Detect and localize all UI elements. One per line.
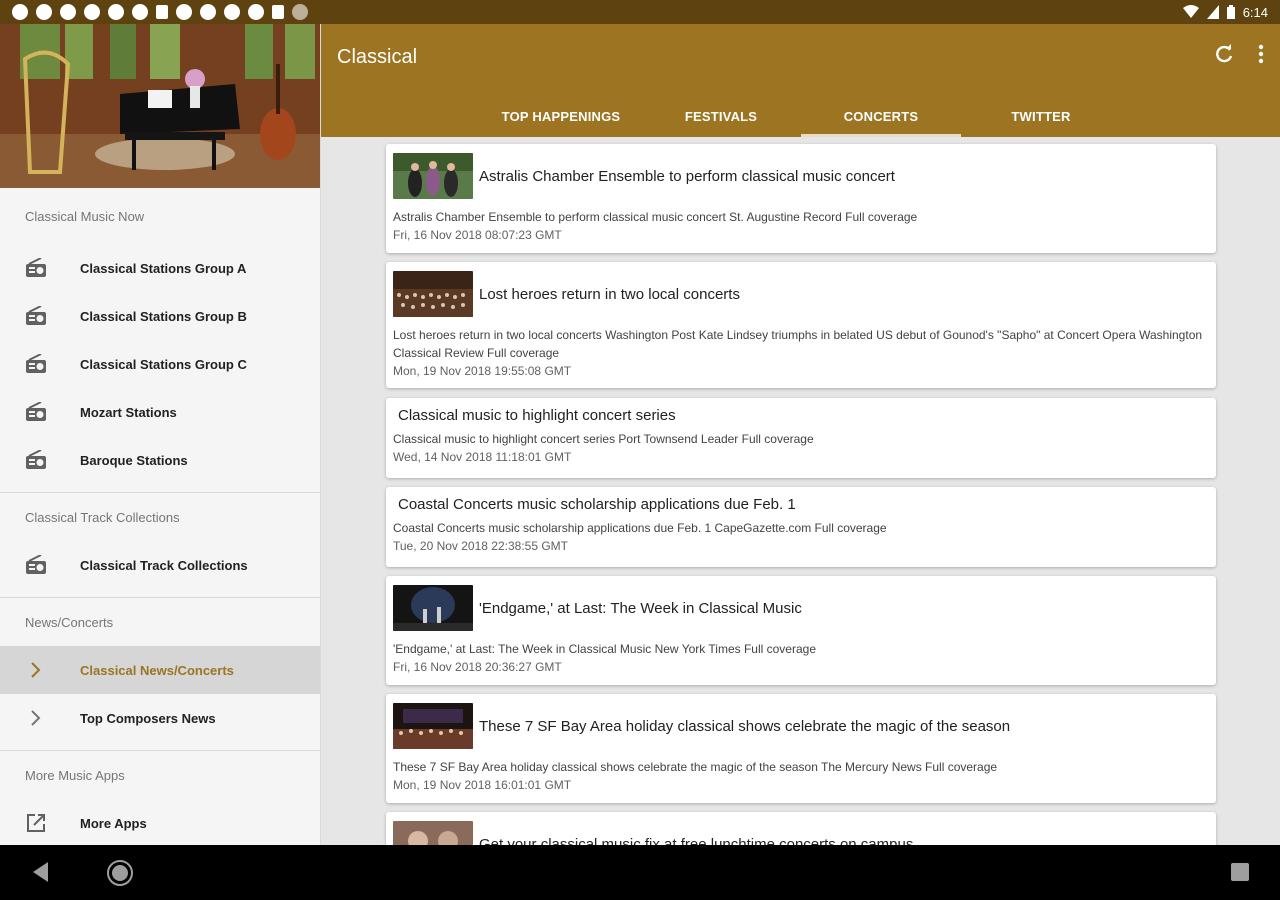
notification-icon <box>36 4 52 20</box>
drawer-item-label: Baroque Stations <box>80 452 188 468</box>
news-title: Classical music to highlight concert ser… <box>398 407 676 424</box>
drawer-item-mozart-stations[interactable]: Mozart Stations <box>0 388 320 436</box>
drawer-item-label: More Apps <box>80 815 147 831</box>
radio-icon <box>25 449 47 471</box>
back-button[interactable] <box>30 859 50 890</box>
news-date: Mon, 19 Nov 2018 16:01:01 GMT <box>393 778 572 792</box>
news-description: Astralis Chamber Ensemble to perform cla… <box>393 210 918 224</box>
drawer-item-classical-news-concerts[interactable]: Classical News/Concerts <box>0 646 320 694</box>
tab-concerts[interactable]: CONCERTS <box>801 96 961 137</box>
section-title-more-music-apps: More Music Apps <box>25 767 125 783</box>
news-list: Astralis Chamber Ensemble to perform cla… <box>321 137 1280 845</box>
radio-icon <box>25 257 47 279</box>
news-title: Lost heroes return in two local concerts <box>479 285 740 303</box>
radio-icon <box>25 554 47 576</box>
tab-bar: TOP HAPPENINGS FESTIVALS CONCERTS TWITTE… <box>481 96 1121 137</box>
section-title-classical-music-now: Classical Music Now <box>25 208 145 224</box>
radio-icon <box>25 353 47 375</box>
app-toolbar: Classical TOP HAPPENINGS FESTIVALS CONCE… <box>321 24 1280 137</box>
drawer-item-label: Classical Stations Group B <box>80 308 247 324</box>
drawer-item-label: Classical Stations Group C <box>80 356 247 372</box>
tab-twitter[interactable]: TWITTER <box>961 96 1121 137</box>
drawer-item-top-composers-news[interactable]: Top Composers News <box>0 694 320 742</box>
news-thumbnail <box>393 153 473 199</box>
drawer-item-label: Classical Stations Group A <box>80 260 247 276</box>
news-card[interactable]: Lost heroes return in two local concerts… <box>386 262 1216 388</box>
drawer-item-classical-stations-b[interactable]: Classical Stations Group B <box>0 292 320 340</box>
news-description: 'Endgame,' at Last: The Week in Classica… <box>393 642 816 656</box>
drawer-item-classical-stations-a[interactable]: Classical Stations Group A <box>0 244 320 292</box>
drawer-header-image <box>0 24 320 188</box>
news-thumbnail <box>393 821 473 845</box>
news-card[interactable]: Get your classical music fix at free lun… <box>386 812 1216 845</box>
drawer-item-baroque-stations[interactable]: Baroque Stations <box>0 436 320 484</box>
notification-icon <box>132 4 148 20</box>
recents-button[interactable] <box>1230 859 1250 890</box>
news-date: Fri, 16 Nov 2018 20:36:27 GMT <box>393 660 562 674</box>
notification-icon <box>272 5 284 19</box>
home-button[interactable] <box>106 859 134 892</box>
drawer-item-label: Classical News/Concerts <box>80 662 234 678</box>
radio-icon <box>25 401 47 423</box>
news-title: Get your classical music fix at free lun… <box>479 835 914 846</box>
signal-icon <box>1206 5 1219 19</box>
news-date: Mon, 19 Nov 2018 19:55:08 GMT <box>393 364 572 378</box>
section-title-track-collections: Classical Track Collections <box>25 509 180 525</box>
news-title: Astralis Chamber Ensemble to perform cla… <box>479 167 895 185</box>
drawer-item-classical-stations-c[interactable]: Classical Stations Group C <box>0 340 320 388</box>
notification-icon <box>292 4 308 20</box>
battery-icon <box>1226 5 1235 19</box>
notification-icon <box>156 5 168 19</box>
notification-icon <box>200 4 216 20</box>
tab-festivals[interactable]: FESTIVALS <box>641 96 801 137</box>
news-card[interactable]: Coastal Concerts music scholarship appli… <box>386 487 1216 567</box>
news-description: These 7 SF Bay Area holiday classical sh… <box>393 760 998 774</box>
notification-icon <box>248 4 264 20</box>
chevron-right-icon <box>25 707 47 729</box>
news-card[interactable]: Astralis Chamber Ensemble to perform cla… <box>386 144 1216 253</box>
news-description: Classical music to highlight concert ser… <box>393 432 814 446</box>
news-thumbnail <box>393 585 473 631</box>
news-date: Fri, 16 Nov 2018 08:07:23 GMT <box>393 228 562 242</box>
tab-top-happenings[interactable]: TOP HAPPENINGS <box>481 96 641 137</box>
news-card[interactable]: Classical music to highlight concert ser… <box>386 398 1216 478</box>
drawer-item-label: Top Composers News <box>80 710 216 726</box>
drawer-item-label: Classical Track Collections <box>80 557 248 573</box>
status-time: 6:14 <box>1242 4 1268 20</box>
navigation-drawer: Classical Music Now Classical Stations G… <box>0 24 321 845</box>
system-navigation-bar <box>0 845 1280 900</box>
news-title: 'Endgame,' at Last: The Week in Classica… <box>479 599 802 617</box>
drawer-item-track-collections[interactable]: Classical Track Collections <box>0 541 320 589</box>
notification-icons <box>12 4 308 20</box>
notification-icon <box>60 4 76 20</box>
radio-icon <box>25 305 47 327</box>
drawer-item-label: Mozart Stations <box>80 404 177 420</box>
refresh-icon[interactable] <box>1214 44 1234 69</box>
notification-icon <box>84 4 100 20</box>
news-title: These 7 SF Bay Area holiday classical sh… <box>479 717 1011 735</box>
news-thumbnail <box>393 271 473 317</box>
section-title-news-concerts: News/Concerts <box>25 614 114 630</box>
news-card[interactable]: 'Endgame,' at Last: The Week in Classica… <box>386 576 1216 685</box>
news-description: Lost heroes return in two local concerts… <box>393 328 1203 360</box>
news-title: Coastal Concerts music scholarship appli… <box>398 496 796 513</box>
notification-icon <box>108 4 124 20</box>
news-date: Tue, 20 Nov 2018 22:38:55 GMT <box>393 539 568 553</box>
notification-icon <box>12 4 28 20</box>
overflow-menu-icon[interactable] <box>1258 44 1264 69</box>
status-bar: 6:14 <box>0 0 1280 24</box>
news-description: Coastal Concerts music scholarship appli… <box>393 521 887 535</box>
notification-icon <box>176 4 192 20</box>
news-date: Wed, 14 Nov 2018 11:18:01 GMT <box>393 450 572 464</box>
app-title: Classical <box>337 46 418 68</box>
news-thumbnail <box>393 703 473 749</box>
notification-icon <box>224 4 240 20</box>
drawer-item-more-apps[interactable]: More Apps <box>0 799 320 845</box>
open-external-icon <box>25 812 47 834</box>
news-card[interactable]: These 7 SF Bay Area holiday classical sh… <box>386 694 1216 803</box>
chevron-right-icon <box>25 659 47 681</box>
wifi-icon <box>1182 5 1199 18</box>
